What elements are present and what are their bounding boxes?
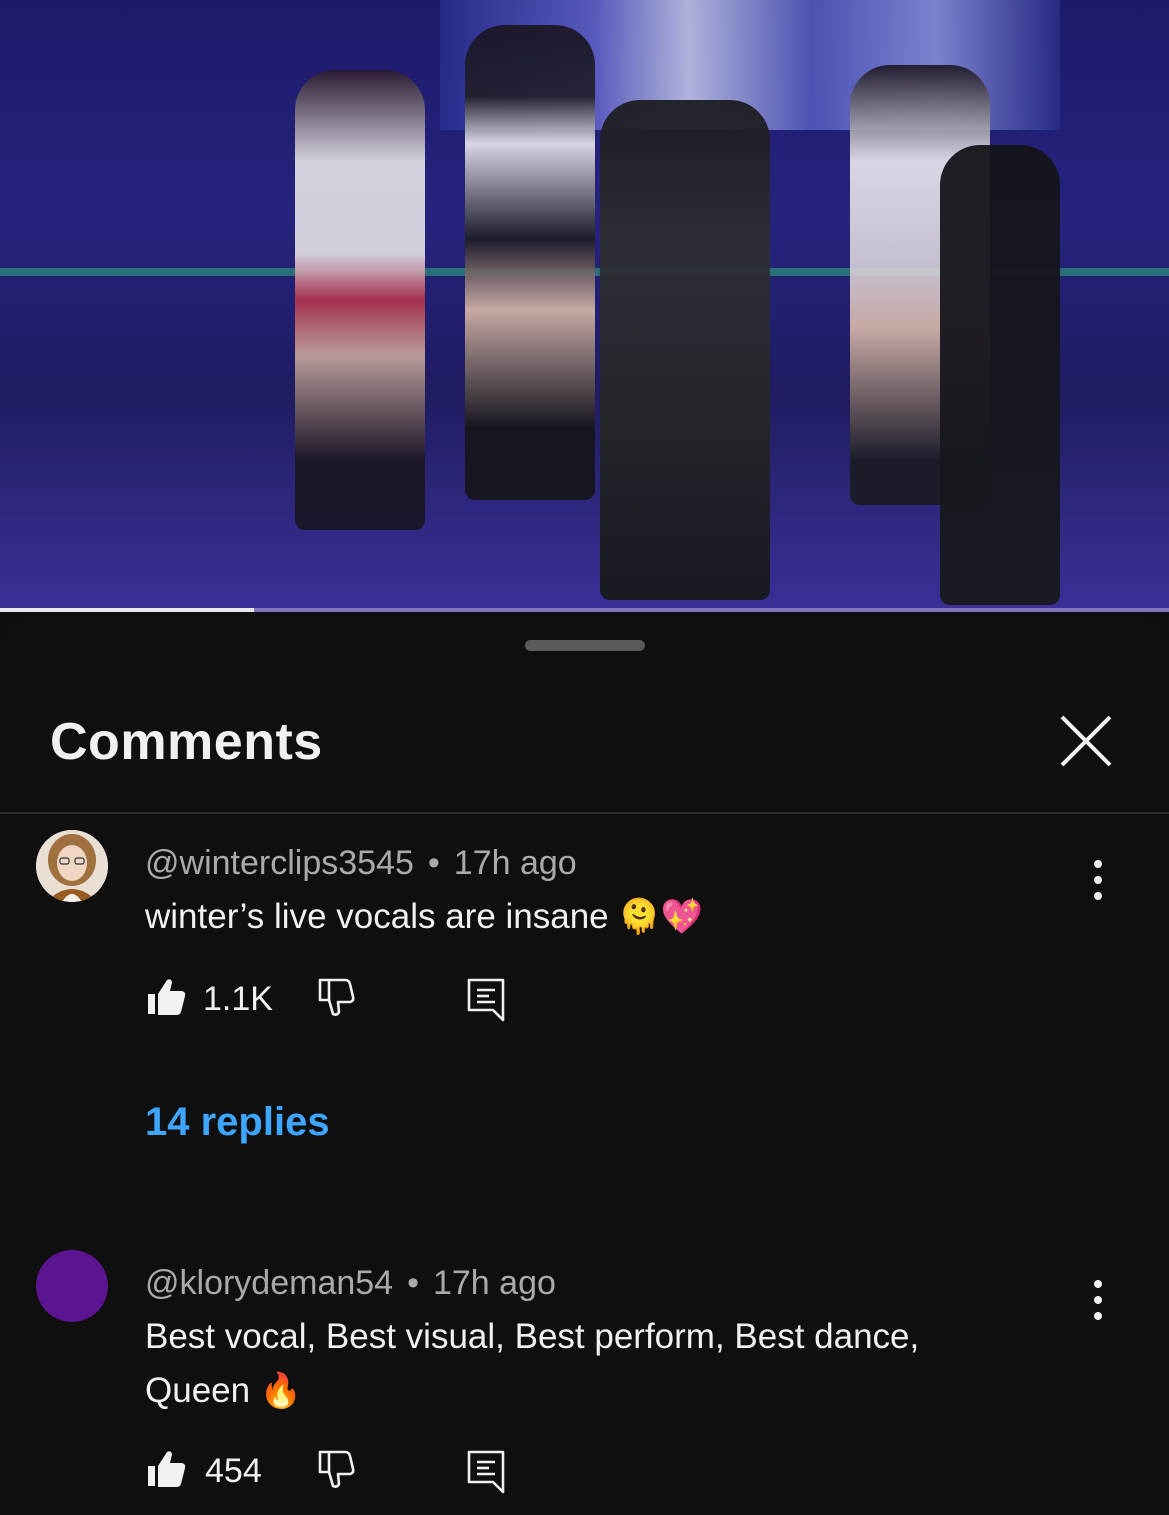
video-player[interactable] xyxy=(0,0,1169,612)
comment-text-content: winter’s live vocals are insane xyxy=(145,897,609,936)
avatar[interactable] xyxy=(36,1250,108,1322)
like-icon[interactable] xyxy=(145,976,187,1023)
meta-separator: • xyxy=(407,1264,419,1302)
comment-meta: @winterclips3545 • 17h ago xyxy=(145,844,577,883)
comment-author[interactable]: @klorydeman54 xyxy=(145,1264,393,1302)
comment-time: 17h ago xyxy=(432,1264,556,1302)
like-count: 454 xyxy=(205,1452,262,1490)
video-progress-bar[interactable] xyxy=(0,608,1169,612)
comments-title: Comments xyxy=(50,713,323,771)
like-count: 1.1K xyxy=(203,980,273,1018)
comment-item: @winterclips3545 • 17h ago winter’s live v… xyxy=(0,828,1169,1188)
close-icon[interactable] xyxy=(1054,709,1118,773)
crew-member-figure xyxy=(940,145,1060,605)
comments-sheet: Comments @winterclips3545 • 17h ago winter… xyxy=(0,616,1169,1515)
drag-handle[interactable] xyxy=(525,640,645,651)
comment-actions: 454 xyxy=(145,1448,545,1498)
performer-figure xyxy=(465,25,595,500)
comment-author[interactable]: @winterclips3545 xyxy=(145,844,414,882)
avatar[interactable] xyxy=(36,830,108,902)
reply-icon[interactable] xyxy=(465,976,507,1027)
comment-time: 17h ago xyxy=(453,844,577,882)
comment-emoji: 🔥 xyxy=(259,1371,303,1411)
comment-text: winter’s live vocals are insane 🫠💖 xyxy=(145,890,1025,944)
comment-text: Best vocal, Best visual, Best perform, B… xyxy=(145,1310,1025,1418)
more-options-icon[interactable] xyxy=(1080,1278,1116,1322)
comment-meta: @klorydeman54 • 17h ago xyxy=(145,1264,556,1303)
comment-item: @klorydeman54 • 17h ago Best vocal, Best v… xyxy=(0,1248,1169,1515)
view-replies-link[interactable]: 14 replies xyxy=(145,1100,330,1145)
dislike-icon[interactable] xyxy=(315,976,357,1023)
meta-separator: • xyxy=(427,844,440,882)
reply-icon[interactable] xyxy=(465,1448,507,1499)
performer-figure xyxy=(295,70,425,530)
video-progress-fill xyxy=(0,608,254,612)
comment-actions: 1.1K xyxy=(145,976,545,1026)
dislike-icon[interactable] xyxy=(315,1448,357,1495)
header-divider xyxy=(0,812,1169,814)
more-options-icon[interactable] xyxy=(1080,858,1116,902)
like-icon[interactable] xyxy=(145,1448,187,1495)
camera-operator-figure xyxy=(600,100,770,600)
comment-emoji: 🫠💖 xyxy=(618,897,704,937)
